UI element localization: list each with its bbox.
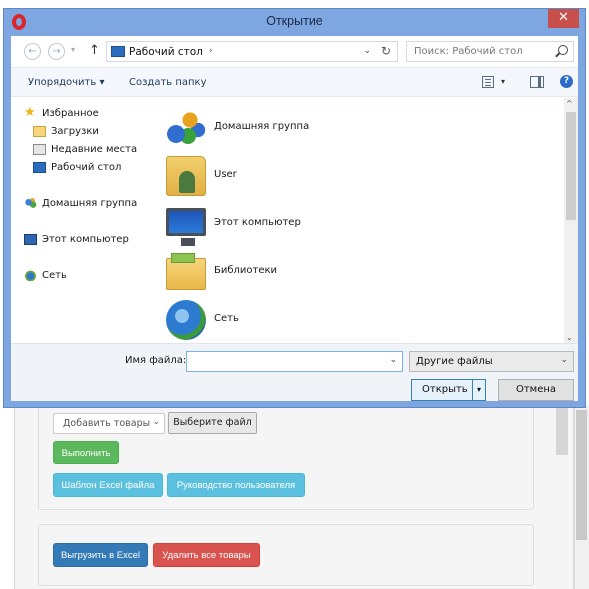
inner-scroll-thumb[interactable] [556, 405, 568, 455]
file-item-name: Сеть [214, 313, 239, 324]
open-file-dialog: Открытие ✕ ← → ▾ ↑ Рабочий стол › ⌄ ↻ По… [3, 8, 586, 408]
homegroup-icon [24, 198, 37, 209]
nav-item-label: Загрузки [51, 126, 99, 137]
dialog-toolbar: Упорядочить ▾ Создать папку ▾ ? [11, 67, 578, 97]
back-arrow-icon[interactable]: ← [24, 43, 41, 60]
file-item-network[interactable]: Сеть [166, 300, 466, 344]
excel-template-button[interactable]: Шаблон Excel файла [53, 473, 163, 497]
file-item-this-pc[interactable]: Этот компьютер [166, 204, 466, 248]
nav-item-label: Этот компьютер [42, 234, 129, 245]
libraries-icon [166, 253, 206, 290]
network-icon [166, 300, 206, 340]
address-row: ← → ▾ ↑ Рабочий стол › ⌄ ↻ Поиск: Рабочи… [11, 36, 578, 66]
run-button[interactable]: Выполнить [53, 441, 119, 464]
view-dropdown-icon[interactable]: ▾ [501, 77, 505, 86]
preview-pane-icon[interactable] [530, 76, 544, 88]
navigation-pane: ★ Избранное Загрузки Недавние места Рабо… [11, 98, 149, 343]
cancel-button[interactable]: Отмена [498, 379, 574, 401]
downloads-folder-icon [33, 126, 46, 137]
address-bar[interactable]: Рабочий стол › ⌄ ↻ [106, 41, 398, 62]
up-arrow-icon[interactable]: ↑ [89, 43, 100, 58]
file-item-name: User [214, 169, 237, 180]
view-options-icon[interactable] [482, 76, 494, 88]
search-icon[interactable] [558, 45, 568, 55]
nav-item-label: Недавние места [51, 144, 138, 155]
dialog-client: ← → ▾ ↑ Рабочий стол › ⌄ ↻ Поиск: Рабочи… [11, 36, 578, 401]
file-item-user[interactable]: User [166, 156, 466, 200]
filename-field[interactable]: ⌄ [186, 351, 403, 372]
open-split-dropdown-icon[interactable]: ▾ [472, 380, 485, 400]
address-dropdown-icon[interactable]: ⌄ [363, 46, 371, 56]
nav-item-label: Сеть [42, 270, 67, 281]
add-products-select-value: Добавить товары [63, 418, 151, 429]
user-guide-button[interactable]: Руководство пользователя [167, 473, 305, 497]
homegroup-icon [166, 108, 206, 148]
forward-arrow-icon[interactable]: → [48, 43, 65, 60]
search-placeholder[interactable]: Поиск: Рабочий стол [414, 46, 523, 57]
computer-icon [24, 234, 37, 245]
file-item-name: Библиотеки [214, 265, 278, 276]
scrollbar-thumb[interactable] [566, 112, 576, 220]
file-item-libraries[interactable]: Библиотеки [166, 252, 466, 296]
breadcrumb-chevron-icon[interactable]: › [209, 46, 213, 56]
open-button[interactable]: Открыть ▾ [411, 379, 486, 401]
dialog-footer: Имя файла: ⌄ Другие файлы ⌄ Открыть ▾ От… [11, 343, 578, 401]
organize-menu[interactable]: Упорядочить ▾ [28, 77, 104, 88]
recent-places-icon [33, 144, 46, 155]
desktop-icon [33, 162, 46, 173]
nav-item-label: Рабочий стол [51, 162, 122, 173]
new-folder-button[interactable]: Создать папку [129, 77, 207, 88]
desktop-icon [111, 46, 125, 57]
address-location[interactable]: Рабочий стол [129, 46, 203, 58]
delete-all-products-button[interactable]: Удалить все товары [153, 543, 260, 567]
nav-item-label: Избранное [42, 108, 99, 119]
file-item-homegroup[interactable]: Домашняя группа [166, 108, 466, 152]
computer-icon [166, 208, 206, 246]
recent-locations-dropdown-icon[interactable]: ▾ [71, 45, 75, 54]
open-button-label[interactable]: Открыть [422, 384, 468, 395]
help-icon[interactable]: ? [560, 75, 573, 88]
filename-input[interactable] [187, 352, 382, 371]
add-products-select[interactable]: Добавить товары ⌄ [53, 413, 165, 434]
dialog-titlebar[interactable]: Открытие ✕ [4, 9, 585, 36]
nav-item-label: Домашняя группа [42, 198, 138, 209]
star-icon: ★ [24, 105, 36, 120]
network-icon [24, 270, 37, 281]
chevron-down-icon: ⌄ [560, 355, 568, 365]
page-scrollbar-thumb[interactable] [576, 410, 587, 540]
file-type-select[interactable]: Другие файлы ⌄ [409, 351, 574, 372]
export-excel-button[interactable]: Выгрузить в Excel [53, 543, 148, 567]
file-type-value: Другие файлы [416, 356, 493, 367]
choose-file-button[interactable]: Выберите файл [168, 412, 257, 434]
search-box[interactable]: Поиск: Рабочий стол [406, 41, 574, 62]
filename-label: Имя файла: [125, 355, 187, 366]
scroll-down-icon[interactable]: ⌄ [566, 333, 573, 342]
refresh-icon[interactable]: ↻ [381, 44, 391, 58]
chevron-down-icon[interactable]: ⌄ [389, 355, 397, 365]
chevron-down-icon: ⌄ [152, 417, 160, 427]
scroll-up-icon[interactable]: ^ [566, 99, 573, 108]
user-folder-icon [166, 156, 206, 196]
file-item-name: Домашняя группа [214, 121, 310, 132]
close-button[interactable]: ✕ [548, 9, 579, 28]
file-list: Домашняя группа User Этот компьютер Библ… [149, 98, 564, 343]
file-item-name: Этот компьютер [214, 217, 301, 228]
dialog-title: Открытие [266, 14, 323, 28]
file-list-scrollbar[interactable]: ^ ⌄ [564, 98, 578, 343]
